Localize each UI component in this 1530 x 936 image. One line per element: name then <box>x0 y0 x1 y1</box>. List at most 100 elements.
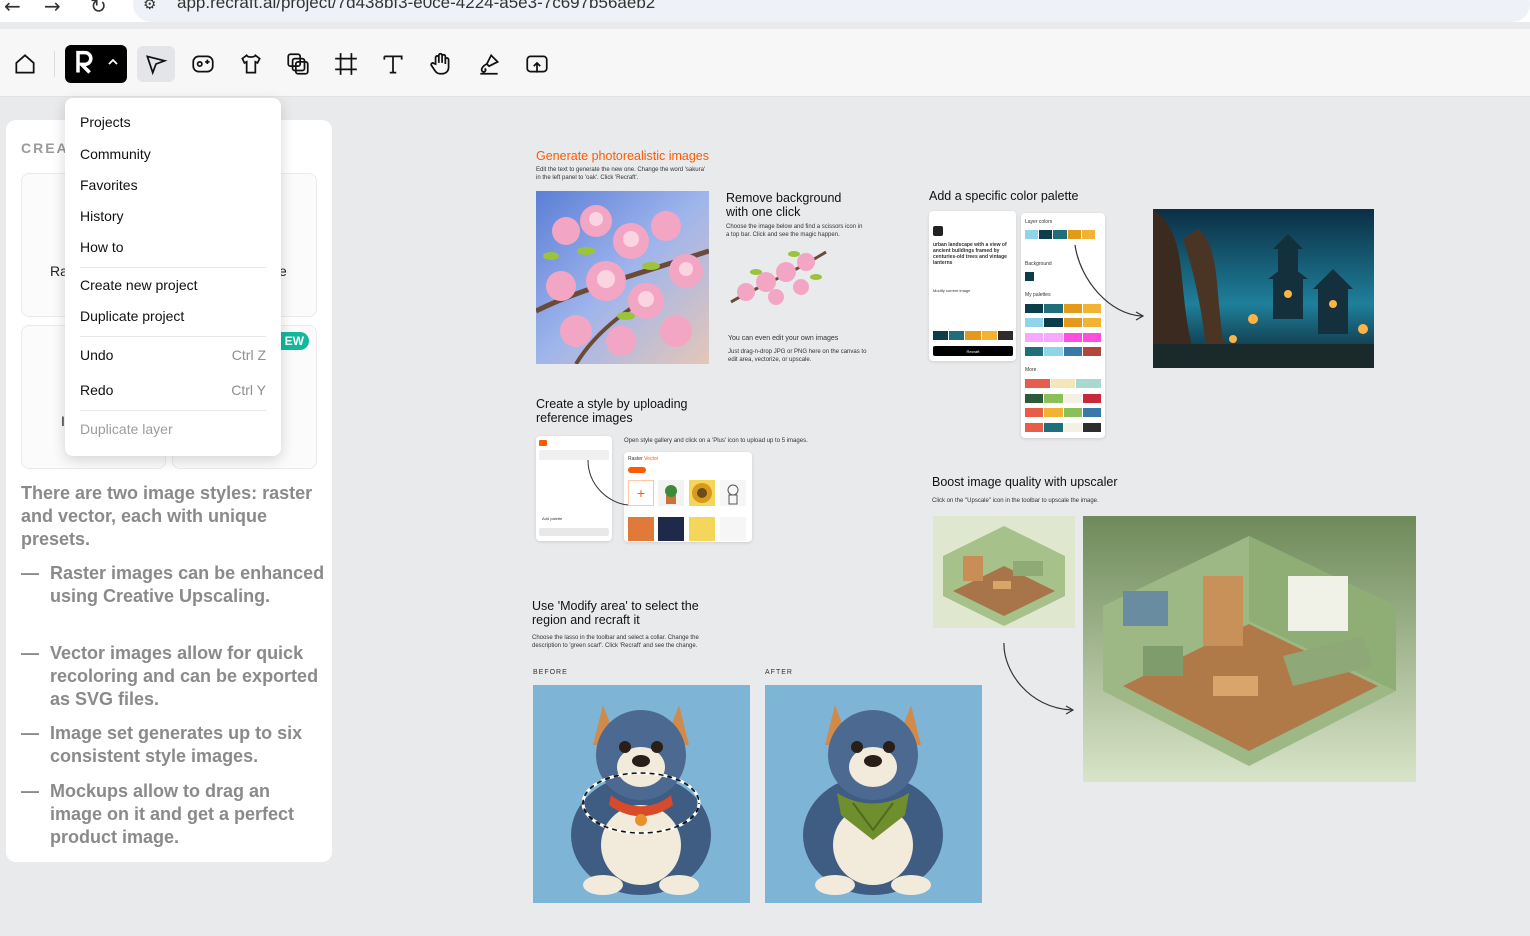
sakura-image[interactable] <box>536 191 709 364</box>
modify-title: Use 'Modify area' to select the region a… <box>532 599 699 627</box>
url-text[interactable]: app.recraft.ai/project/7d438bf3-e0ce-422… <box>177 0 655 13</box>
bg-desc: Choose the image below and find a scisso… <box>726 224 863 238</box>
menu-item-label: Create new project <box>80 277 198 293</box>
home-icon[interactable] <box>6 46 44 82</box>
palette-title: Add a specific color palette <box>929 189 1079 203</box>
upscale-title: Boost image quality with upscaler <box>932 475 1118 489</box>
palette-row <box>1025 423 1101 432</box>
new-badge: EW <box>277 332 309 350</box>
palette-row <box>1025 394 1101 403</box>
fantasy-city-image[interactable] <box>1153 209 1374 368</box>
bullet-text: Image set generates up to six consistent… <box>50 723 303 766</box>
sakura-cutout-image[interactable] <box>726 242 832 314</box>
background-label: Background <box>1025 261 1052 267</box>
arrow-left-icon[interactable]: ← <box>4 0 21 18</box>
my-palettes-label: My palettes <box>1025 292 1051 298</box>
style-thumb-sketch[interactable] <box>720 480 746 506</box>
style-thumb-plant[interactable] <box>658 480 684 506</box>
menu-item-favorites[interactable]: Favorites <box>80 177 266 193</box>
bullet-item: — Mockups allow to drag an image on it an… <box>21 780 326 849</box>
after-label: AFTER <box>765 669 793 676</box>
lasso-icon[interactable] <box>470 46 508 82</box>
bullet-item: — Vector images allow for quick recolorin… <box>21 642 326 711</box>
before-label: BEFORE <box>533 669 568 676</box>
thumbnail <box>933 226 943 236</box>
style-title: Create a style by uploading reference im… <box>536 397 688 425</box>
arrow-icon <box>587 459 629 506</box>
room-small-image[interactable] <box>933 516 1075 628</box>
upload-icon[interactable] <box>518 46 556 82</box>
layer-swatches <box>1025 230 1096 239</box>
style-desc: Open style gallery and click on a 'Plus'… <box>624 438 808 444</box>
recraft-button[interactable] <box>539 528 609 536</box>
menu-item-redo[interactable]: Redo Ctrl Y <box>80 382 266 398</box>
frame-icon[interactable] <box>327 46 365 82</box>
bullet-item: — Image set generates up to six consisten… <box>21 722 326 768</box>
palette-row <box>1025 333 1101 342</box>
text-icon[interactable] <box>374 46 412 82</box>
recraft-menu-button[interactable] <box>65 45 127 83</box>
menu-item-label: Redo <box>80 382 114 398</box>
app-toolbar <box>0 29 1530 97</box>
upscale-desc: Click on the "Upscale" icon in the toolb… <box>932 498 1099 504</box>
menu-item-community[interactable]: Community <box>80 146 266 162</box>
modify-desc: Choose the lasso in the toolbar and sele… <box>532 635 699 649</box>
select-icon[interactable] <box>137 46 175 82</box>
menu-item-duplicate-project[interactable]: Duplicate project <box>80 308 266 324</box>
style-thumb-2[interactable] <box>658 517 684 541</box>
site-info-icon[interactable]: ⚙ <box>143 0 156 13</box>
recraft-button[interactable]: Recraft <box>933 346 1013 356</box>
menu-divider <box>80 267 266 268</box>
mockup-icon[interactable] <box>232 46 270 82</box>
shortcut-label: Ctrl Z <box>231 347 266 363</box>
menu-item-label: History <box>80 208 124 224</box>
menu-item-label: Undo <box>80 347 114 363</box>
bg-title: Remove background with one click <box>726 191 842 219</box>
palette-ui-left: urban landscape with a view of ancient b… <box>929 211 1016 361</box>
palette-row <box>1025 408 1101 417</box>
dog-after-image[interactable] <box>765 685 982 903</box>
gen-desc: Edit the text to generate the new one. C… <box>536 167 706 181</box>
browser-bar: ← → ↻ ⚙ app.recraft.ai/project/7d438bf3-… <box>0 0 1530 22</box>
menu-divider <box>80 410 266 411</box>
bullet-text: Raster images can be enhanced using Crea… <box>50 563 325 606</box>
room-large-image[interactable] <box>1083 516 1416 782</box>
palette-row <box>1025 347 1101 356</box>
more-label: More <box>1025 367 1037 373</box>
toolbar-divider <box>54 51 55 77</box>
hand-icon[interactable] <box>422 46 460 82</box>
style-thumb-3[interactable] <box>689 517 715 541</box>
menu-item-projects[interactable]: Projects <box>80 114 266 130</box>
layers-icon[interactable] <box>279 46 317 82</box>
menu-item-label: Favorites <box>80 177 138 193</box>
menu-item-create-new-project[interactable]: Create new project <box>80 277 266 293</box>
menu-item-how-to[interactable]: How to <box>80 239 266 255</box>
style-thumb-4[interactable] <box>720 517 746 541</box>
gen-title: Generate photorealistic images <box>536 149 710 163</box>
background-swatch <box>1025 272 1034 281</box>
edit-desc: Just drag-n-drop JPG or PNG here on the … <box>728 349 867 363</box>
panel-heading: CREA <box>21 140 69 156</box>
style-thumb-sunflower[interactable] <box>689 480 715 506</box>
recraft-logo-icon <box>71 48 99 81</box>
reload-icon[interactable]: ↻ <box>90 0 107 18</box>
prompt-text: urban landscape with a view of ancient b… <box>933 242 1007 266</box>
vector-tag <box>539 440 547 446</box>
palette-row <box>1025 379 1102 388</box>
shortcut-label: Ctrl Y <box>231 382 266 398</box>
menu-item-label: Duplicate layer <box>80 421 173 437</box>
menu-item-label: Duplicate project <box>80 308 185 324</box>
menu-item-label: How to <box>80 239 124 255</box>
bullet-text: Mockups allow to drag an image on it and… <box>50 781 295 847</box>
image-set-icon[interactable] <box>184 46 222 82</box>
dog-before-image[interactable] <box>533 685 750 903</box>
style-thumb-1[interactable] <box>628 517 654 541</box>
menu-item-history[interactable]: History <box>80 208 266 224</box>
bullet-text: Vector images allow for quick recoloring… <box>50 643 319 709</box>
menu-item-duplicate-layer[interactable]: Duplicate layer <box>80 421 266 437</box>
menu-item-undo[interactable]: Undo Ctrl Z <box>80 347 266 363</box>
arrow-icon <box>1003 642 1075 715</box>
arrow-right-icon[interactable]: → <box>44 0 61 18</box>
layer-colors-label: Layer colors <box>1025 219 1053 225</box>
menu-item-label: Projects <box>80 114 131 130</box>
